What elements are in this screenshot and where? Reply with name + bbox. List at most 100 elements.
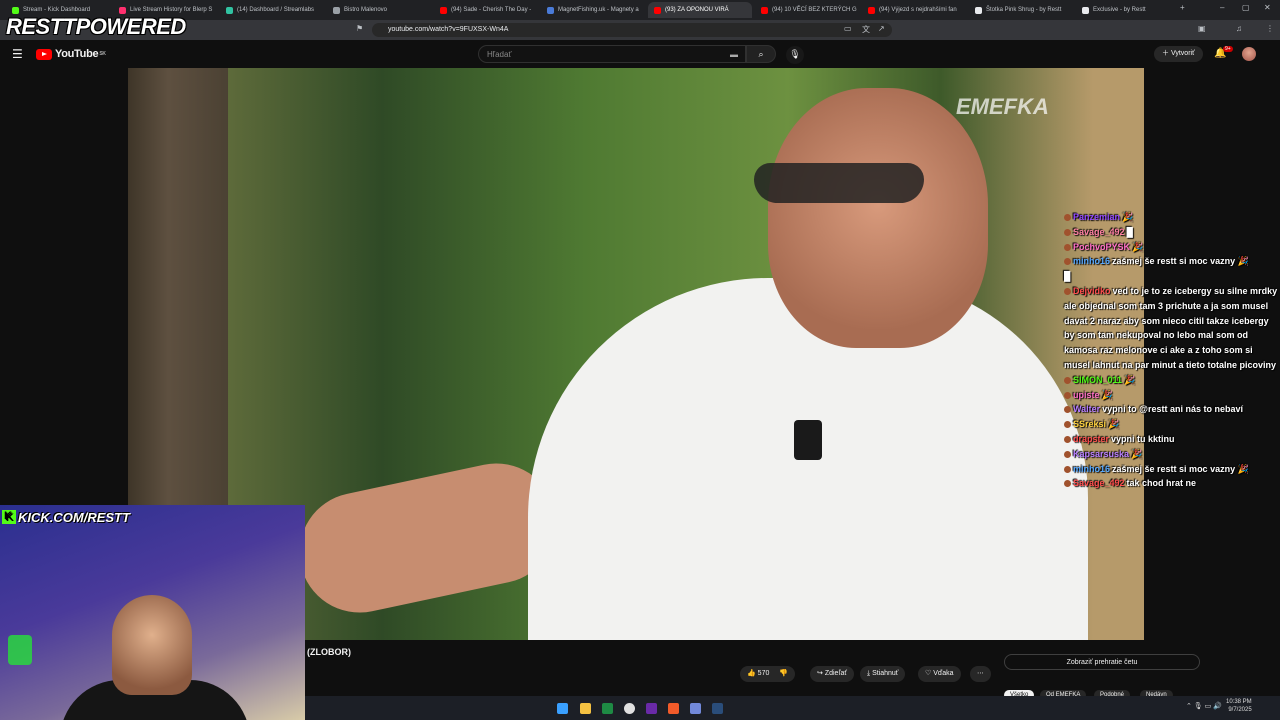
browser-tab[interactable]: (93) ZA OPONOU VIRÁ (648, 2, 752, 18)
browser-tab[interactable]: (14) Dashboard / Streamlabs (220, 2, 324, 18)
file-explorer-icon[interactable] (580, 703, 591, 714)
chat-username: SIMON_011 (1073, 374, 1123, 385)
browser-tab[interactable]: (94) 10 VĚCÍ BEZ KTERÝCH G (755, 2, 859, 18)
youtube-header: ☰ YouTube SK Hľadať ▬ ⌕ 🎙 ＋ Vytvoriť 🔔 9… (0, 40, 1280, 68)
webcam-streamer (112, 595, 192, 695)
chat-text: 🎉 (1101, 389, 1113, 400)
translate-icon[interactable]: 文 (862, 24, 870, 35)
chat-username: SSreksi (1073, 419, 1107, 430)
tab-favicon-icon (975, 6, 982, 14)
bookmark-icon[interactable]: ⚑ (356, 24, 363, 33)
chat-message: minho16 zašmej še restt si moc vazny 🎉 (1064, 254, 1278, 269)
share-label: Zdieľať (824, 670, 848, 677)
chat-username: Dejvidko (1073, 285, 1111, 296)
channel-watermark: EMEFKA (956, 94, 1049, 119)
cast-icon[interactable]: ▭ (844, 24, 852, 33)
tab-label: (94) Výjezd s nejdrahšími fan (879, 7, 957, 13)
chat-text: ved to je to ze icebergy su silne mrdky … (1064, 285, 1278, 370)
chat-message: SIMON_011 🎉 (1064, 373, 1278, 388)
url-field[interactable]: youtube.com/watch?v=9FUXSX-Wn4A (372, 23, 892, 37)
extensions-icon[interactable]: ▣ (1198, 24, 1206, 33)
search-button[interactable]: ⌕ (746, 45, 776, 63)
voice-search-button[interactable]: 🎙 (786, 46, 804, 64)
browser-tab[interactable]: MagnetFishing.uk - Magnety a (541, 2, 645, 18)
media-icon[interactable]: ♫ (1236, 24, 1242, 33)
search-input[interactable]: Hľadať (478, 45, 746, 63)
start-icon[interactable] (557, 703, 568, 714)
tab-label: Bistro Malenovo (344, 7, 388, 13)
chat-badge-icon (1064, 376, 1071, 384)
chat-message: Savage_492 █ (1064, 225, 1278, 240)
tab-favicon-icon (12, 6, 19, 14)
share-button[interactable]: ↪ Zdieľať (810, 666, 855, 682)
minimize-icon[interactable]: – (1220, 3, 1224, 12)
tab-label: Stream - Kick Dashboard (23, 7, 91, 13)
create-label: Vytvoriť (1170, 50, 1195, 57)
video-person-head (768, 88, 988, 348)
browser-tab-strip: Stream - Kick Dashboard Live Stream Histo… (0, 0, 1280, 20)
chat-badge-icon (1064, 480, 1071, 488)
create-button[interactable]: ＋ Vytvoriť (1154, 46, 1203, 62)
chrome-icon[interactable] (624, 703, 635, 714)
excel-icon[interactable] (602, 703, 613, 714)
new-tab-icon[interactable]: + (1180, 3, 1185, 12)
show-chat-replay-button[interactable]: Zobraziť prehratie četu (1004, 654, 1200, 670)
hamburger-menu-icon[interactable]: ☰ (12, 47, 23, 61)
brave-icon[interactable] (668, 703, 679, 714)
chat-text: 🎉 (1124, 374, 1136, 385)
lavalier-mic (794, 420, 822, 460)
chat-message: Dejvidko ved to je to ze icebergy su siln… (1064, 284, 1278, 373)
steam-icon[interactable] (712, 703, 723, 714)
discord-icon[interactable] (690, 703, 701, 714)
tab-label: Live Stream History for Blerp S (130, 7, 213, 13)
chat-message: █ (1064, 269, 1278, 284)
chat-username: minho16 (1073, 463, 1111, 474)
thanks-label: Vďaka (933, 670, 954, 677)
system-clock[interactable]: 10:38 PM 9/7/2025 (1226, 698, 1252, 714)
chat-text: █ (1064, 271, 1071, 282)
chat-username: PochvoPYSK (1073, 241, 1131, 252)
more-actions-button[interactable]: ⋯ (970, 666, 991, 682)
menu-icon[interactable]: ⋮ (1266, 24, 1274, 33)
premiere-icon[interactable] (646, 703, 657, 714)
tab-label: (94) 10 VĚCÍ BEZ KTERÝCH G (772, 7, 857, 13)
browser-tab[interactable]: Exclusive - by Restt (1076, 2, 1180, 18)
chat-username: Savage_492 (1073, 226, 1125, 237)
browser-tab[interactable]: (94) Výjezd s nejdrahšími fan (862, 2, 966, 18)
stream-brand-logo: RESTTPOWERED (6, 14, 186, 39)
avatar[interactable] (1242, 47, 1256, 61)
clock-time: 10:38 PM (1226, 699, 1252, 705)
chat-text: zašmej še restt si moc vazny 🎉 (1112, 256, 1249, 267)
thanks-icon: ♡ (925, 670, 932, 677)
tab-favicon-icon (654, 6, 661, 14)
tab-favicon-icon (1082, 6, 1089, 14)
chat-badge-icon (1064, 465, 1071, 473)
video-title: (ZLOBOR) (307, 647, 351, 657)
video-arm (288, 452, 568, 624)
browser-tab[interactable]: Bistro Malenovo (327, 2, 431, 18)
region-label: SK (99, 51, 106, 57)
thanks-button[interactable]: ♡ Vďaka (918, 666, 961, 682)
tray-icons[interactable]: ⌃ 🎙 ▭ 🔊 (1186, 703, 1222, 711)
download-button[interactable]: ⤓ Stiahnuť (860, 666, 906, 682)
keyboard-icon[interactable]: ▬ (730, 50, 738, 59)
chat-badge-icon (1064, 287, 1071, 295)
youtube-logo[interactable]: YouTube SK (36, 48, 106, 60)
browser-tab[interactable]: (94) Sade - Cherish The Day - (434, 2, 538, 18)
chat-badge-icon (1064, 421, 1071, 429)
thumbs-up-icon: 👍 (747, 670, 756, 677)
chat-username: upiste (1073, 389, 1100, 400)
tab-favicon-icon (868, 6, 875, 14)
youtube-play-icon (36, 48, 52, 60)
chat-text: zašmej še restt si moc vazny 🎉 (1112, 463, 1249, 474)
chat-username: Kapsarsuska (1073, 448, 1130, 459)
maximize-icon[interactable]: ▢ (1242, 3, 1250, 12)
close-window-icon[interactable]: ✕ (1264, 3, 1271, 12)
share-icon[interactable]: ↗ (878, 24, 885, 33)
thumbs-down-icon[interactable]: 👎 (779, 670, 788, 677)
browser-tab[interactable]: Štotka Pink Shrug - by Restt (969, 2, 1073, 18)
chat-text: 🎉 (1108, 419, 1120, 430)
chat-badge-icon (1064, 391, 1071, 399)
chat-message: PochvoPYSK 🎉 (1064, 240, 1278, 255)
like-button[interactable]: 👍 570 👎 (740, 666, 796, 682)
